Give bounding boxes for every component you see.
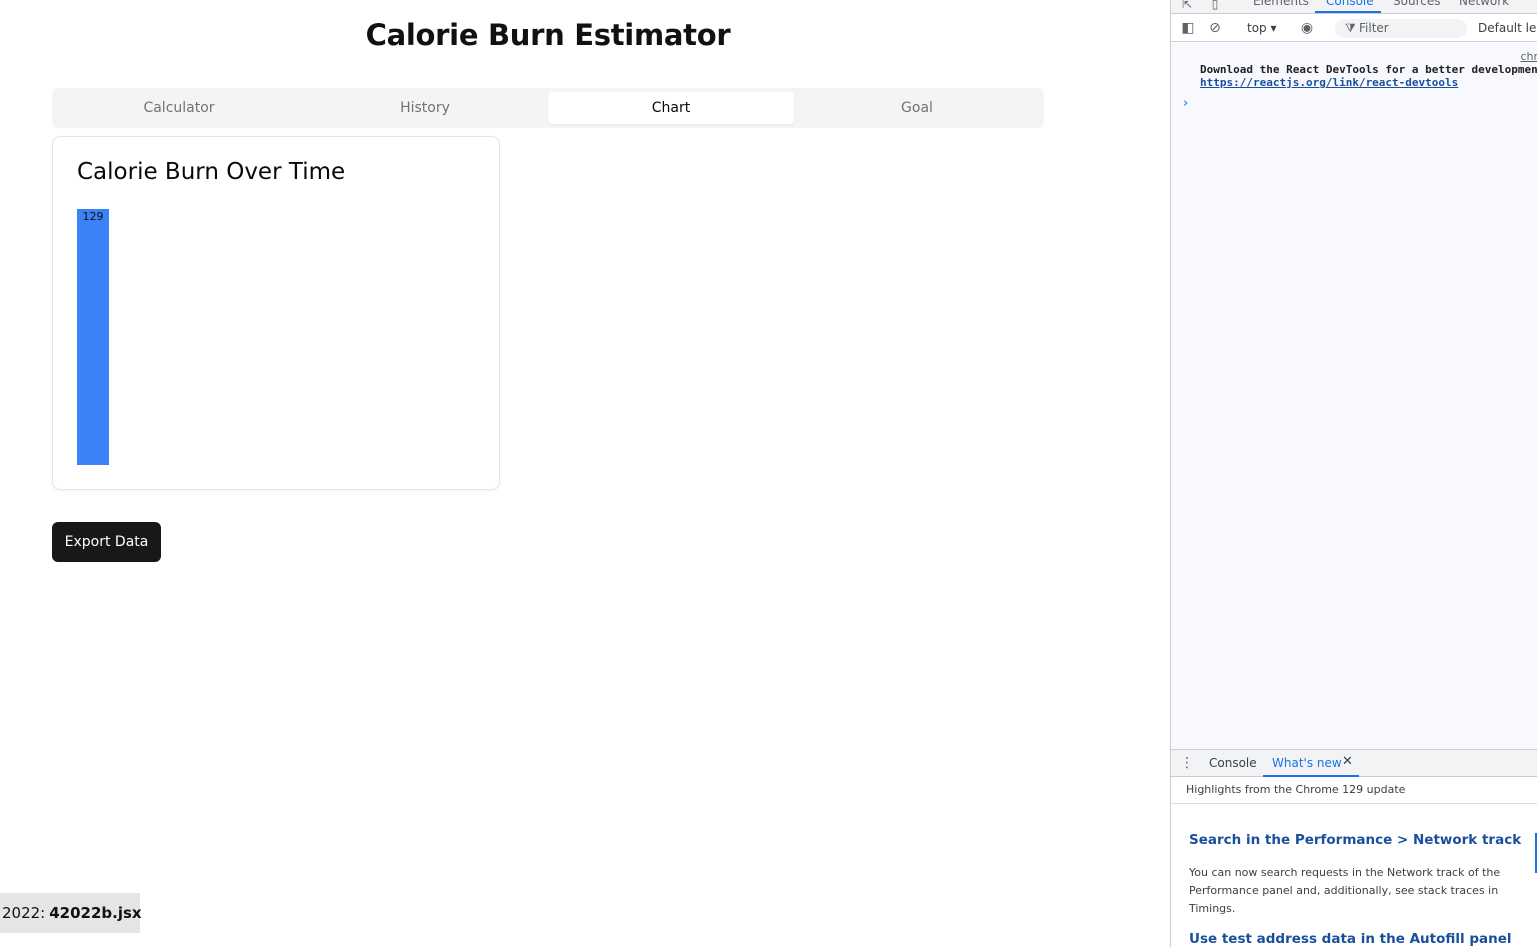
- eye-icon[interactable]: ◉: [1299, 20, 1315, 36]
- console-message: Download the React DevTools for a better…: [1200, 63, 1537, 76]
- divider: [1171, 803, 1537, 804]
- tab-goal[interactable]: Goal: [794, 92, 1040, 124]
- whats-new-heading-1[interactable]: Search in the Performance > Network trac…: [1189, 832, 1521, 848]
- whats-new-panel: Highlights from the Chrome 129 update Se…: [1171, 777, 1537, 947]
- devtools-tab-network[interactable]: Network: [1459, 0, 1509, 8]
- page-title: Calorie Burn Estimator: [365, 18, 731, 52]
- whats-new-paragraph-1: You can now search requests in the Netwo…: [1189, 866, 1501, 915]
- message-source-link[interactable]: chr: [1520, 50, 1537, 63]
- chart-card: Calorie Burn Over Time 129: [52, 136, 500, 490]
- tab-calculator[interactable]: Calculator: [56, 92, 302, 124]
- app-page: Calorie Burn Estimator Calculator Histor…: [0, 0, 1170, 947]
- inspect-element-icon[interactable]: ⇱: [1179, 0, 1195, 12]
- devtools-tab-elements[interactable]: Elements: [1253, 0, 1309, 8]
- whats-new-header: Highlights from the Chrome 129 update: [1186, 783, 1406, 796]
- log-level-dropdown[interactable]: Default lev: [1478, 21, 1537, 35]
- tab-history[interactable]: History: [302, 92, 548, 124]
- device-toolbar-icon[interactable]: ▯: [1207, 0, 1223, 12]
- chart-title: Calorie Burn Over Time: [77, 159, 346, 185]
- chart-bar-value-label: 129: [83, 210, 104, 223]
- export-data-button[interactable]: Export Data: [52, 522, 161, 562]
- drawer-menu-icon[interactable]: ⋮: [1179, 755, 1195, 771]
- context-label: top: [1247, 21, 1267, 35]
- filter-input[interactable]: ⧩ Filter: [1335, 19, 1467, 38]
- devtools-tab-sources[interactable]: Sources: [1393, 0, 1440, 8]
- console-output: chr Download the React DevTools for a be…: [1171, 43, 1537, 749]
- tab-chart[interactable]: Chart: [548, 92, 794, 124]
- sidebar-toggle-icon[interactable]: ◧: [1180, 20, 1196, 36]
- chart-bar: [77, 209, 109, 465]
- drawer-tab-console[interactable]: Console: [1209, 756, 1257, 770]
- devtools-tab-console[interactable]: Console: [1326, 0, 1374, 8]
- file-tag-prefix: 2022:: [2, 904, 46, 922]
- console-prompt-chevron-icon[interactable]: ›: [1183, 96, 1188, 111]
- file-tag-name: 42022b.jsx: [49, 904, 142, 922]
- react-devtools-link[interactable]: https://reactjs.org/link/react-devtools: [1200, 76, 1458, 89]
- devtools-panel: ⇱ ▯ Elements Console Sources Network ◧ ⊘…: [1170, 0, 1537, 947]
- file-tag: 2022: 42022b.jsx: [0, 893, 142, 933]
- tab-list: Calculator History Chart Goal: [52, 88, 1044, 128]
- context-selector[interactable]: top ▾: [1247, 21, 1277, 35]
- close-drawer-tab-icon[interactable]: ✕: [1342, 754, 1353, 769]
- drawer-tab-whats-new[interactable]: What's new: [1272, 756, 1342, 770]
- filter-placeholder: Filter: [1359, 21, 1389, 35]
- drawer-tab-strip: ⋮ Console What's new ✕: [1171, 749, 1537, 777]
- calorie-bar-chart: 129: [77, 209, 109, 465]
- clear-console-icon[interactable]: ⊘: [1207, 20, 1223, 36]
- console-toolbar: ◧ ⊘ top ▾ ◉ ⧩ Filter Default lev: [1171, 14, 1537, 42]
- whats-new-heading-2[interactable]: Use test address data in the Autofill pa…: [1189, 931, 1511, 947]
- devtools-tab-strip: ⇱ ▯ Elements Console Sources Network: [1171, 0, 1537, 14]
- active-tab-underline: [1315, 11, 1381, 13]
- filter-icon: ⧩: [1345, 21, 1356, 35]
